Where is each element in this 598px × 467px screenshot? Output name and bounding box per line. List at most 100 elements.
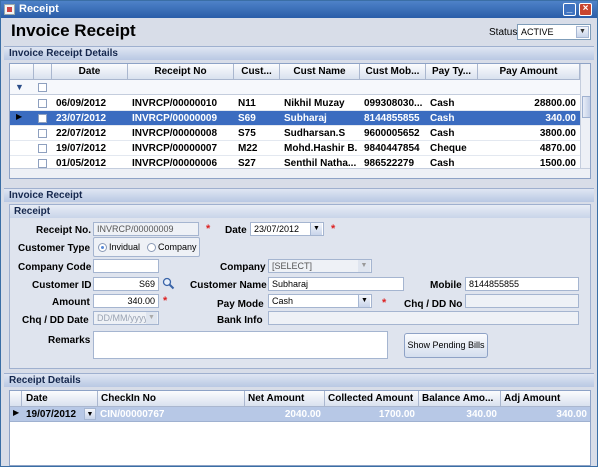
- amount-field[interactable]: 340.00: [93, 294, 159, 308]
- col-pay-amount-header[interactable]: Pay Amount: [478, 64, 580, 80]
- company-value: [SELECT]: [272, 261, 313, 271]
- receipt-no-label: Receipt No.: [36, 225, 92, 236]
- row-checkbox[interactable]: [38, 144, 47, 153]
- row-checkbox[interactable]: [38, 129, 47, 138]
- show-pending-bills-button[interactable]: Show Pending Bills: [404, 333, 488, 358]
- required-marker: *: [206, 223, 211, 235]
- app-icon: [4, 4, 15, 15]
- receipt-details-header: Receipt Details: [4, 373, 594, 387]
- col-date-header[interactable]: Date: [22, 391, 98, 407]
- cell-date: 23/07/2012: [56, 113, 107, 124]
- row-date[interactable]: 19/07/2012: [26, 408, 82, 421]
- col-checkin-header[interactable]: CheckIn No: [98, 391, 245, 407]
- customer-type-group: Invidual Company: [93, 237, 200, 257]
- company-radio[interactable]: [147, 243, 156, 252]
- table-row[interactable]: 06/09/2012 INVRCP/00000010 N11 Nikhil Muzay…: [10, 96, 580, 111]
- pay-mode-value: Cash: [272, 296, 294, 306]
- col-receipt-no-header[interactable]: Receipt No: [128, 64, 234, 80]
- cell-pay-type: Cash: [430, 128, 455, 139]
- window-title: Receipt: [19, 3, 59, 15]
- receipt-details-grid: Date CheckIn No Net Amount Collected Amo…: [9, 390, 591, 466]
- row-net-amount: 2040.00: [284, 409, 321, 420]
- col-cust-name-header[interactable]: Cust Name: [280, 64, 360, 80]
- chevron-down-icon[interactable]: ▼: [358, 260, 370, 272]
- cell-date: 06/09/2012: [56, 98, 107, 109]
- cell-amount: 3800.00: [539, 128, 576, 139]
- table-row[interactable]: 22/07/2012 INVRCP/00000008 S75 Sudharsan.S 9…: [10, 126, 580, 141]
- grid-corner: [10, 391, 22, 407]
- company-code-field[interactable]: [93, 259, 159, 273]
- row-balance-amount: 340.00: [466, 409, 497, 420]
- date-label: Date: [225, 225, 247, 236]
- grid-corner: [10, 64, 34, 80]
- mobile-field[interactable]: 8144855855: [465, 277, 579, 291]
- chevron-down-icon[interactable]: ▼: [358, 295, 370, 307]
- customer-id-label: Customer ID: [32, 280, 92, 291]
- amount-label: Amount: [52, 297, 90, 308]
- required-marker: *: [331, 223, 336, 235]
- select-all-checkbox[interactable]: [38, 83, 47, 92]
- individual-radio[interactable]: [98, 243, 107, 252]
- cell-date: 19/07/2012: [56, 143, 107, 154]
- col-adj-amount-header[interactable]: Adj Amount: [501, 391, 590, 407]
- chq-dd-no-field[interactable]: [465, 294, 579, 308]
- cell-receipt-no: INVRCP/00000007: [132, 143, 218, 154]
- chevron-down-icon[interactable]: ▼: [146, 312, 157, 324]
- date-field[interactable]: 23/07/2012 ▼: [250, 222, 324, 236]
- cell-pay-type: Cash: [430, 113, 455, 124]
- row-indicator-icon: ▶: [16, 112, 23, 121]
- bank-info-label: Bank Info: [217, 315, 263, 326]
- bank-info-field[interactable]: [268, 311, 579, 325]
- minimize-button[interactable]: _: [563, 3, 576, 16]
- details-section-header: Invoice Receipt Details: [4, 46, 594, 60]
- pay-mode-select[interactable]: Cash ▼: [268, 294, 372, 308]
- row-indicator-icon: ▶: [13, 408, 20, 417]
- status-select[interactable]: ACTIVE ▼: [517, 24, 591, 40]
- table-row[interactable]: ▶ 19/07/2012 ▼ CIN/00000767 2040.00 1700…: [10, 407, 590, 422]
- cell-mobile: 8144855855: [364, 113, 420, 124]
- required-marker: *: [163, 295, 168, 307]
- cell-mobile: 9600005652: [364, 128, 420, 139]
- row-checkbox[interactable]: [38, 99, 47, 108]
- table-row[interactable]: 19/07/2012 INVRCP/00000007 M22 Mohd.Hashir …: [10, 141, 580, 156]
- customer-name-field[interactable]: Subharaj: [268, 277, 404, 291]
- chq-dd-date-field[interactable]: DD/MM/yyyy ▼: [93, 311, 159, 325]
- cell-receipt-no: INVRCP/00000010: [132, 98, 218, 109]
- col-date-header[interactable]: Date: [52, 64, 128, 80]
- col-net-amount-header[interactable]: Net Amount: [245, 391, 325, 407]
- cell-receipt-no: INVRCP/00000009: [132, 113, 218, 124]
- status-label: Status: [489, 27, 518, 38]
- cell-amount: 28800.00: [534, 98, 576, 109]
- cell-amount: 4870.00: [539, 143, 576, 154]
- table-row[interactable]: ▶ 23/07/2012 INVRCP/00000009 S69 Subharaj 814…: [10, 111, 580, 126]
- col-collected-amount-header[interactable]: Collected Amount: [325, 391, 419, 407]
- scrollbar-thumb[interactable]: [582, 96, 590, 118]
- col-cust-header[interactable]: Cust...: [234, 64, 280, 80]
- search-customer-icon[interactable]: [162, 277, 175, 290]
- chevron-down-icon[interactable]: ▼: [576, 26, 589, 38]
- chevron-down-icon[interactable]: ▼: [84, 408, 96, 420]
- chq-dd-no-label: Chq / DD No: [404, 299, 463, 310]
- col-pay-type-header[interactable]: Pay Ty...: [426, 64, 478, 80]
- invoice-receipt-grid: Date Receipt No Cust... Cust Name Cust M…: [9, 63, 591, 179]
- remarks-field[interactable]: [93, 331, 388, 359]
- calendar-dropdown-icon[interactable]: ▼: [310, 223, 322, 235]
- vertical-scrollbar[interactable]: [580, 64, 590, 168]
- customer-id-field[interactable]: S69: [93, 277, 159, 291]
- company-code-label: Company Code: [18, 262, 92, 273]
- col-cust-mobile-header[interactable]: Cust Mob...: [360, 64, 426, 80]
- row-checkbox[interactable]: [38, 114, 47, 123]
- required-marker: *: [382, 297, 387, 309]
- company-select[interactable]: [SELECT] ▼: [268, 259, 372, 273]
- receipt-no-field[interactable]: INVRCP/00000009: [93, 222, 199, 236]
- page-title: Invoice Receipt: [11, 21, 136, 40]
- row-checkbox[interactable]: [38, 159, 47, 168]
- filter-icon[interactable]: ▼: [15, 82, 24, 92]
- col-balance-amount-header[interactable]: Balance Amo...: [419, 391, 501, 407]
- cell-amount: 340.00: [545, 113, 576, 124]
- horizontal-scrollbar[interactable]: [10, 168, 590, 178]
- close-button[interactable]: ×: [579, 3, 592, 16]
- receipt-panel-title: Receipt: [10, 205, 590, 218]
- title-bar: Receipt _ ×: [1, 1, 597, 18]
- cell-name: Nikhil Muzay: [284, 98, 345, 109]
